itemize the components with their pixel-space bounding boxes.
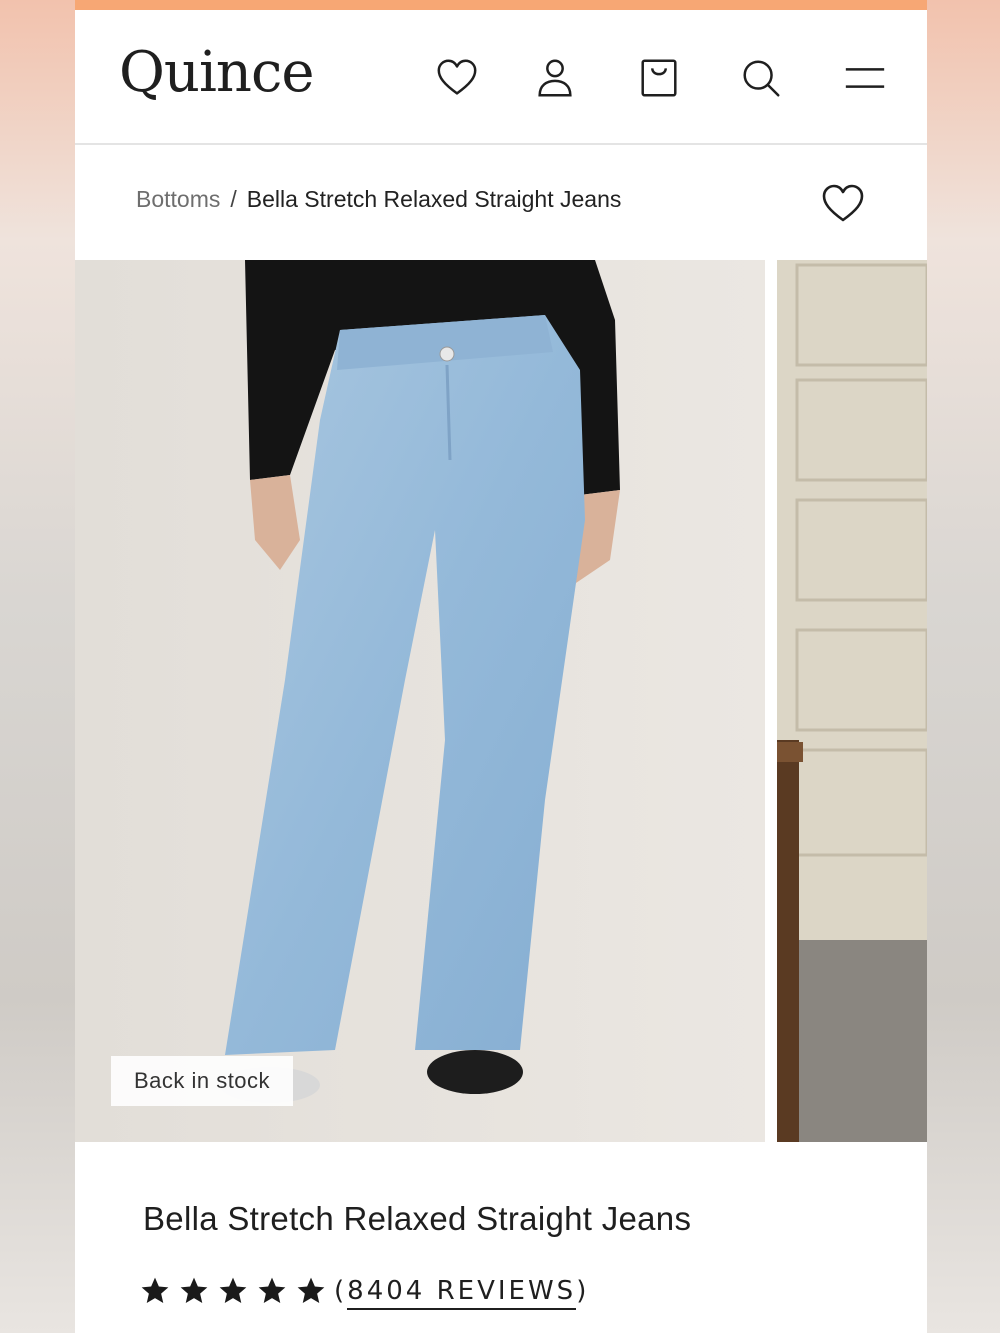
- product-image-gallery[interactable]: Back in stock: [75, 260, 927, 1142]
- star-icon: [180, 1277, 208, 1303]
- site-header: Quince: [75, 10, 927, 145]
- favorite-heart-icon[interactable]: [819, 180, 867, 228]
- breadcrumb-current: Bella Stretch Relaxed Straight Jeans: [246, 186, 622, 212]
- menu-icon[interactable]: [841, 54, 889, 102]
- bag-icon[interactable]: [635, 54, 683, 102]
- reviews-link[interactable]: (8404 REVIEWS): [334, 1276, 589, 1310]
- reviews-count[interactable]: 8404 REVIEWS: [347, 1276, 577, 1310]
- brand-logo[interactable]: Quince: [119, 40, 314, 105]
- breadcrumb-separator: /: [230, 186, 237, 212]
- product-title: Bella Stretch Relaxed Straight Jeans: [143, 1200, 692, 1237]
- wishlist-icon[interactable]: [433, 54, 481, 102]
- product-rating[interactable]: (8404 REVIEWS): [139, 1275, 589, 1310]
- star-icon: [258, 1277, 286, 1303]
- product-page: Quince Bottoms / Bella Stretch Relaxed S…: [75, 0, 927, 1333]
- back-in-stock-badge: Back in stock: [111, 1056, 293, 1106]
- star-icon: [297, 1277, 325, 1303]
- product-image-secondary[interactable]: [777, 260, 927, 1142]
- account-icon[interactable]: [531, 54, 579, 102]
- star-icon: [141, 1277, 169, 1303]
- star-icon: [219, 1277, 247, 1303]
- top-accent-bar: [75, 0, 927, 10]
- breadcrumb-bottoms-link[interactable]: Bottoms: [136, 186, 220, 213]
- product-image-main[interactable]: Back in stock: [75, 260, 765, 1142]
- search-icon[interactable]: [737, 54, 785, 102]
- breadcrumb: Bottoms / Bella Stretch Relaxed Straight…: [75, 147, 927, 260]
